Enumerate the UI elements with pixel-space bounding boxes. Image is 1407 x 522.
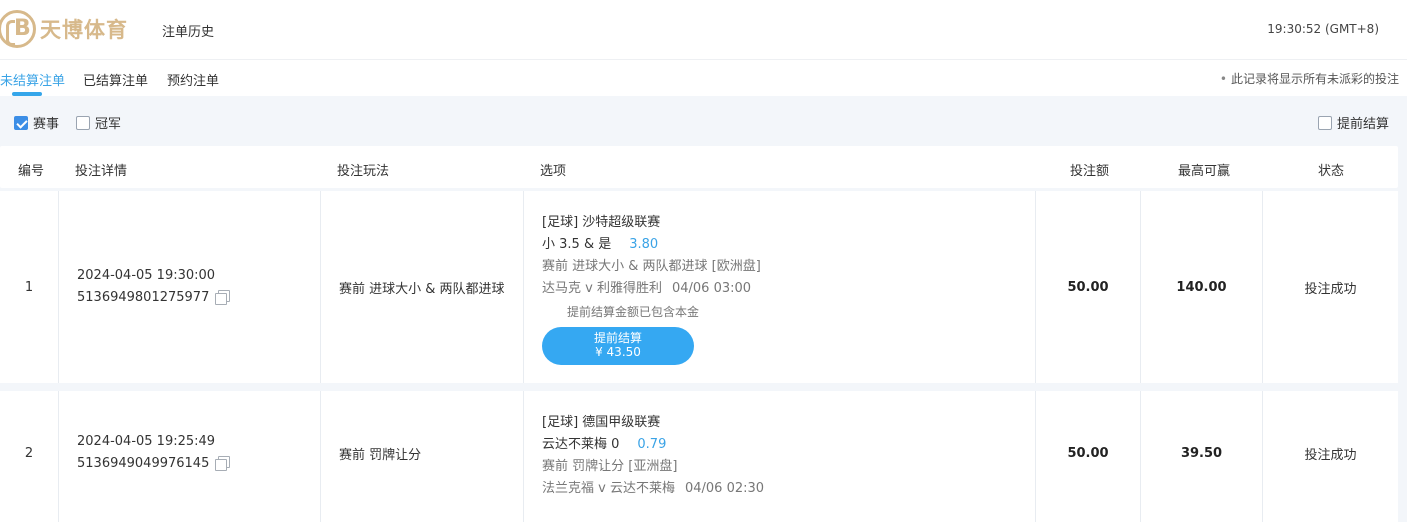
unsettled-note: • 此记录将显示所有未派彩的投注 [1219,72,1399,86]
match: 达马克 v 利雅得胜利 04/06 03:00 [542,281,752,296]
stake: 50.00 [1067,445,1109,461]
tab-settled[interactable]: 已结算注单 [83,70,148,89]
match-checkbox[interactable]: 赛事 [14,113,59,132]
bet-id: 5136949801275977 [77,290,231,305]
early-settle-checkbox[interactable]: 提前结算 [1318,113,1389,132]
bet-tabs: 未结算注单 已结算注单 预约注单 • 此记录将显示所有未派彩的投注 [0,60,1407,96]
odds: 3.80 [629,237,659,252]
selection: 云达不莱梅 0 0.79 [542,437,667,452]
max-win: 39.50 [1180,445,1223,461]
col-max-win: 最高可赢 [1178,164,1231,179]
tab-unsettled[interactable]: 未结算注单 [0,70,65,89]
bet-play: 赛前 罚牌让分 [339,447,422,463]
match-time: 04/06 03:00 [671,281,752,296]
col-index: 编号 [18,164,45,179]
checkbox-icon[interactable] [1318,115,1332,130]
market: 赛前 进球大小 & 两队都进球 [欧洲盘] [542,259,761,274]
settle-note: 提前结算金额已包含本金 [567,305,700,319]
row-index: 2 [24,445,34,461]
copy-icon[interactable] [215,456,231,471]
logo-mark-icon: B [0,10,36,48]
col-status: 状态 [1318,164,1345,179]
checkbox-icon[interactable] [76,115,90,130]
col-stake: 投注额 [1070,164,1110,179]
bet-id: 5136949049976145 [77,456,231,471]
tab-scheduled[interactable]: 预约注单 [167,70,219,89]
champion-checkbox[interactable]: 冠军 [76,113,121,132]
league: [足球] 沙特超级联赛 [542,215,661,230]
stake: 50.00 [1067,279,1109,295]
status: 投注成功 [1304,447,1357,463]
nav-bet-history[interactable]: 注单历史 [162,21,214,40]
selection: 小 3.5 & 是 3.80 [542,237,659,252]
odds: 0.79 [637,437,667,452]
top-header: B 天博体育 注单历史 19:30:52 (GMT+8) [0,0,1407,60]
row-index: 1 [24,279,34,295]
checkbox-checked-icon[interactable] [14,115,28,130]
table-row: 2 2024-04-05 19:25:49 5136949049976145 赛… [0,391,1398,522]
bullet-icon: • [1219,72,1227,86]
clock: 19:30:52 (GMT+8) [1267,22,1379,36]
brand-logo[interactable]: B 天博体育 [0,9,128,49]
max-win: 140.00 [1176,279,1227,295]
col-play: 投注玩法 [337,164,390,179]
match-time: 04/06 02:30 [684,481,765,496]
match: 法兰克福 v 云达不莱梅 04/06 02:30 [542,481,765,496]
status: 投注成功 [1304,281,1357,297]
bet-datetime: 2024-04-05 19:30:00 [77,268,216,283]
table-row: 1 2024-04-05 19:30:00 5136949801275977 赛… [0,191,1398,383]
logo-text: 天博体育 [40,18,128,42]
copy-icon[interactable] [215,290,231,305]
league: [足球] 德国甲级联赛 [542,415,661,430]
col-bet-detail: 投注详情 [75,164,128,179]
early-settle-button[interactable]: 提前结算 ¥ 43.50 [542,327,694,365]
bet-play: 赛前 进球大小 & 两队都进球 [339,281,505,297]
bets-table: 编号 投注详情 投注玩法 选项 投注额 最高可赢 状态 1 2024-04-05… [0,144,1407,522]
bet-datetime: 2024-04-05 19:25:49 [77,434,216,449]
filter-bar: 赛事 冠军 提前结算 [0,96,1407,144]
col-selection: 选项 [540,164,567,179]
market: 赛前 罚牌让分 [亚洲盘] [542,459,678,474]
table-header: 编号 投注详情 投注玩法 选项 投注额 最高可赢 状态 [0,146,1398,188]
